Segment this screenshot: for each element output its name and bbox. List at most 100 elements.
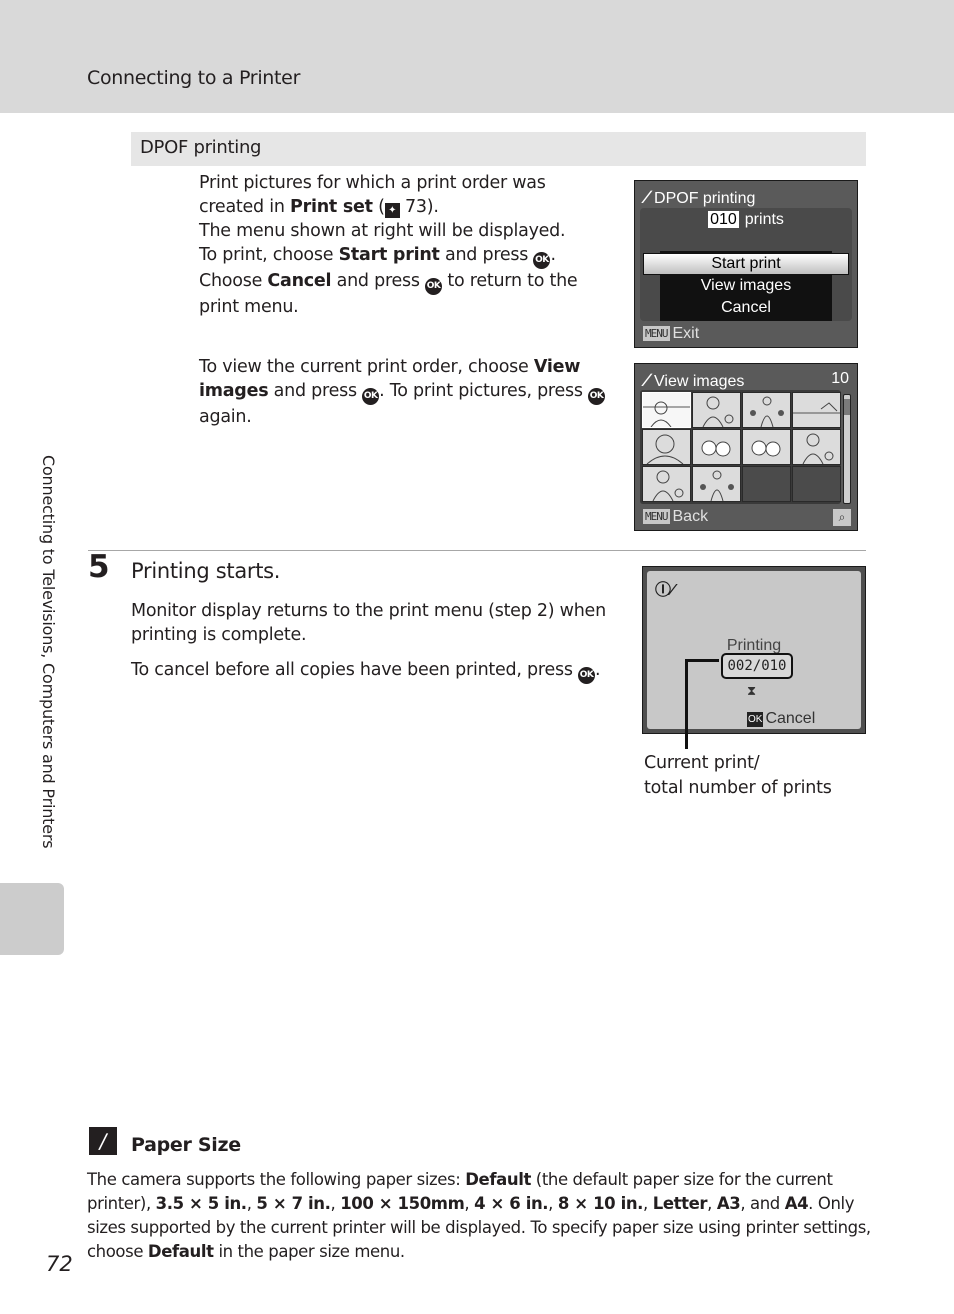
cancel-label: Cancel	[765, 710, 816, 727]
thumbnail-family[interactable]	[692, 466, 741, 502]
text: .	[550, 245, 556, 265]
scrollbar[interactable]	[843, 394, 851, 504]
view-images-paragraph: To view the current print order, choose …	[199, 355, 611, 429]
thumbnail-image	[646, 434, 684, 464]
ok-button-icon: OK	[533, 252, 551, 269]
screen-title: ∕ View images	[645, 370, 744, 391]
step-number: 5	[88, 549, 110, 585]
menu-item-start-print-selected[interactable]: Start print	[643, 253, 849, 275]
text: Choose	[199, 271, 268, 291]
text: To view the current print order, choose	[199, 357, 534, 377]
step5-paragraph-1: Monitor display returns to the print men…	[131, 601, 606, 645]
thumbnail-flowers[interactable]	[742, 429, 791, 465]
thumbnail-woman-child[interactable]	[642, 466, 691, 502]
intro-paragraph: Print pictures for which a print order w…	[199, 171, 609, 319]
callout-label: Current print/ total number of prints	[644, 751, 832, 801]
thumbnail-image	[793, 402, 840, 414]
screen-title-text: View images	[654, 373, 745, 390]
bold-term: Print set	[290, 197, 373, 217]
thumbnail-family[interactable]	[742, 392, 791, 428]
ok-key-icon: OK	[747, 712, 764, 727]
pencil-icon: ∕	[89, 1127, 117, 1155]
step-title: Printing starts.	[131, 559, 281, 583]
screen-panel: 010 prints View images Cancel Start print	[640, 208, 852, 321]
text: The menu shown at right will be displaye…	[199, 221, 566, 241]
scrollbar-thumb[interactable]	[844, 399, 850, 415]
ok-button-icon: OK	[578, 667, 596, 684]
warning-pictbridge-icons: Ⓘ∕	[655, 582, 674, 599]
page-reference[interactable]: 73).	[400, 197, 439, 217]
paper-size: 3.5 × 5 in.	[155, 1194, 247, 1213]
thumbnail-woman-portrait[interactable]	[642, 429, 691, 465]
paper-size: A4	[784, 1194, 809, 1213]
paper-size: A3	[716, 1194, 741, 1213]
print-counter: 002/010	[721, 653, 793, 679]
menu-key-icon: MENU	[643, 326, 670, 341]
thumbnail-image	[702, 396, 734, 427]
header-band	[0, 0, 954, 113]
thumbnail-image	[643, 401, 690, 427]
thumbnail-woman-child[interactable]	[692, 392, 741, 428]
prints-count: 010	[708, 211, 739, 228]
paper-size: Letter	[652, 1194, 708, 1213]
thumbnail-empty	[742, 466, 791, 502]
callout-line-2: total number of prints	[644, 778, 832, 798]
back-label[interactable]: Back	[673, 508, 709, 525]
text: (	[372, 197, 385, 217]
thumbnail-flowers[interactable]	[692, 429, 741, 465]
magnify-icon[interactable]: ⌕	[833, 509, 851, 526]
prints-label: prints	[744, 211, 784, 228]
thumbnail-empty	[792, 466, 841, 502]
pictbridge-icon: ∕	[645, 370, 649, 390]
paper-size: 8 × 10 in.	[557, 1194, 644, 1213]
callout-line	[685, 659, 688, 749]
pictbridge-icon: ∕	[645, 187, 649, 207]
image-count: 10	[831, 370, 849, 387]
ok-cancel-hint[interactable]: OK Cancel	[747, 710, 815, 728]
thumbnail-image	[802, 433, 834, 464]
text: and press	[439, 245, 534, 265]
side-tab-label: Connecting to Televisions, Computers and…	[39, 455, 58, 849]
camera-screen-dpof-menu: ∕ DPOF printing 010 prints View images Can…	[634, 180, 858, 348]
page-reference-icon: ✦	[384, 203, 400, 218]
menu-item-cancel[interactable]: Cancel	[660, 297, 832, 319]
thumbnail-woman-child[interactable]	[792, 429, 841, 465]
ok-button-icon: OK	[425, 278, 443, 295]
section-heading-bar: DPOF printing	[131, 132, 866, 166]
paper-size: 4 × 6 in.	[474, 1194, 549, 1213]
page-header-title: Connecting to a Printer	[87, 67, 301, 89]
screen-panel: Ⓘ∕ Printing 002/010 ⧗ OK Cancel	[647, 571, 861, 729]
prints-count-row: 010 prints	[640, 211, 852, 229]
paper-size: 5 × 7 in.	[256, 1194, 331, 1213]
callout-line	[686, 659, 719, 662]
step-divider	[88, 550, 866, 551]
bold-term: Default	[465, 1170, 531, 1189]
text: again.	[199, 407, 252, 427]
thumbnail-image	[701, 440, 731, 457]
callout-line-1: Current print/	[644, 753, 760, 773]
text: in the paper size menu.	[213, 1242, 405, 1261]
text: To print, choose	[199, 245, 339, 265]
menu-key-icon: MENU	[643, 509, 670, 524]
text: .	[595, 660, 601, 680]
chapter-tab[interactable]	[0, 883, 64, 955]
ok-button-icon: OK	[362, 388, 380, 405]
text: . To print pictures, press	[379, 381, 589, 401]
note-body: The camera supports the following paper …	[87, 1170, 871, 1261]
thumbnail-image	[751, 440, 781, 457]
thumbnail-woman-landscape[interactable]	[642, 392, 691, 428]
note-title: Paper Size	[131, 1134, 241, 1156]
screen-title: ∕ DPOF printing	[645, 187, 755, 208]
text: The camera supports the following paper …	[87, 1170, 466, 1189]
exit-label[interactable]: Exit	[673, 325, 700, 342]
page-number: 72	[46, 1252, 73, 1276]
camera-screen-printing: Ⓘ∕ Printing 002/010 ⧗ OK Cancel	[642, 566, 866, 734]
bold-term: Default	[147, 1242, 214, 1261]
menu-item-view-images[interactable]: View images	[660, 275, 832, 297]
step5-paragraph-2: To cancel before all copies have been pr…	[131, 658, 621, 684]
thumbnail-image	[700, 470, 734, 501]
text: and press	[268, 381, 363, 401]
paper-size: 100 × 150mm	[340, 1194, 465, 1213]
section-heading: DPOF printing	[140, 137, 262, 158]
thumbnail-landscape[interactable]	[792, 392, 841, 428]
